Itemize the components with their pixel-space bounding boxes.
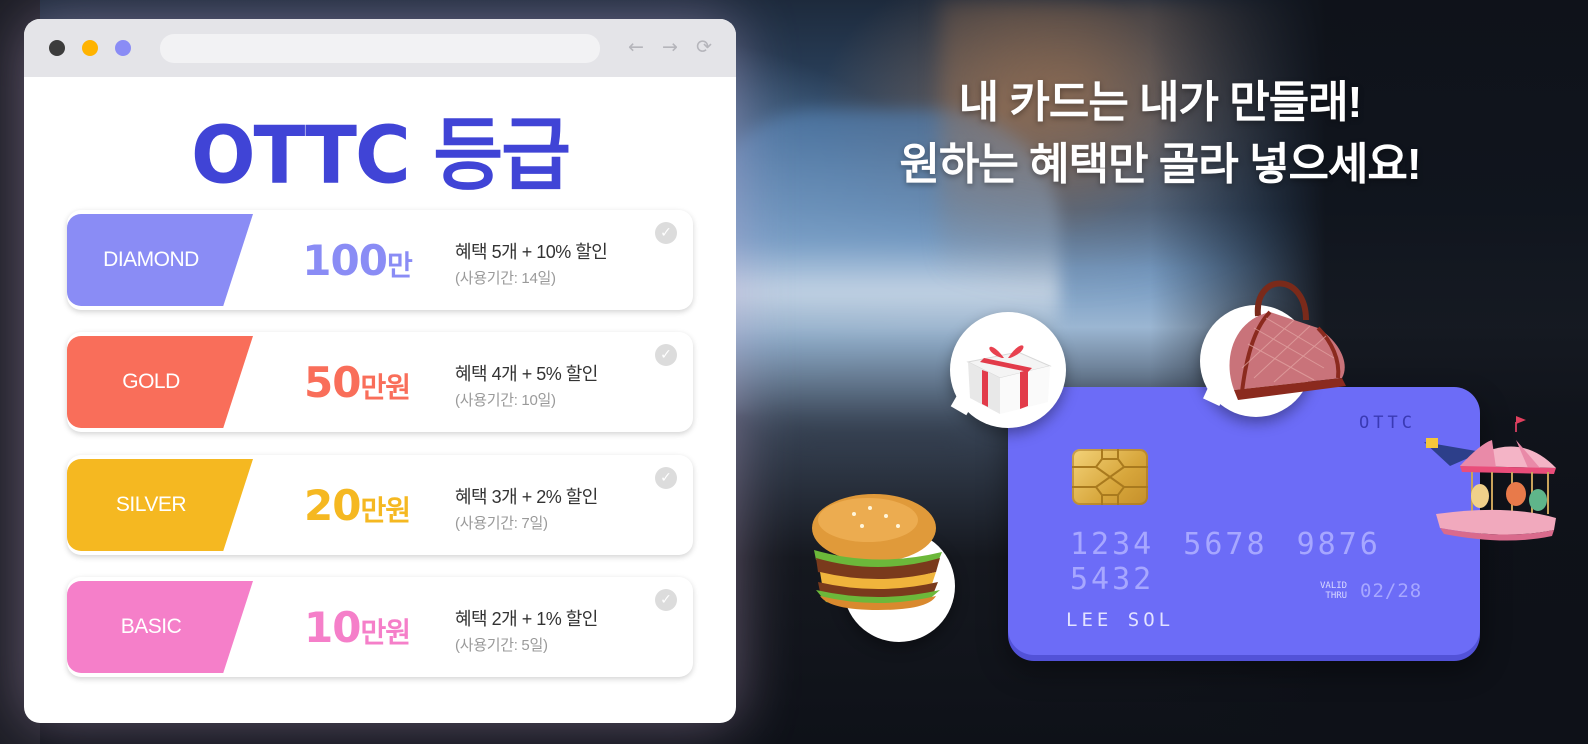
browser-toolbar: ← → ⟳ (24, 19, 736, 77)
tier-gold[interactable]: GOLD 50 만원 혜택 4개 + 5% 할인 (사용기간: 10일) ✓ (67, 332, 693, 432)
tier-silver[interactable]: SILVER 20 만원 혜택 3개 + 2% 할인 (사용기간: 7일) ✓ (67, 455, 693, 555)
check-icon[interactable]: ✓ (655, 344, 677, 366)
window-close-dot[interactable] (49, 40, 65, 56)
tier-period: (사용기간: 5일) (455, 637, 548, 654)
tier-benefit: 혜택 3개 + 2% 할인 (455, 487, 598, 507)
burger-icon (812, 494, 942, 610)
window-minimize-dot[interactable] (82, 40, 98, 56)
valid-thru-label: VALID THRU (1320, 581, 1348, 601)
card-expiry: 02/28 (1360, 580, 1423, 602)
card-brand: OTTC (1359, 413, 1416, 433)
tier-price: 10 만원 (304, 602, 411, 652)
check-icon[interactable]: ✓ (655, 467, 677, 489)
browser-window: ← → ⟳ OTTC 등급 DIAMOND 100 만 혜택 5개 + 10% 할… (24, 19, 736, 723)
check-icon[interactable]: ✓ (655, 589, 677, 611)
tier-name: SILVER (115, 493, 187, 516)
promo-headline: 내 카드는 내가 만들래! 원하는 혜택만 골라 넣으세요! (820, 72, 1500, 196)
credit-card: OTTC 1234 5678 9876 5432 VALID THRU 02/2… (1008, 387, 1480, 655)
check-icon[interactable]: ✓ (655, 222, 677, 244)
tier-period: (사용기간: 10일) (455, 392, 556, 409)
tier-label-tab: GOLD (67, 336, 253, 428)
back-arrow-icon[interactable]: ← (626, 36, 646, 58)
tier-period: (사용기간: 14일) (455, 270, 556, 287)
tier-price: 50 만원 (304, 357, 411, 407)
tier-name: BASIC (120, 615, 182, 638)
tier-benefit: 혜택 2개 + 1% 할인 (455, 609, 598, 629)
window-maximize-dot[interactable] (115, 40, 131, 56)
forward-arrow-icon[interactable]: → (660, 36, 680, 58)
carousel-icon (1424, 416, 1556, 541)
card-holder-name: LEE SOL (1066, 609, 1175, 631)
card-chip-icon (1072, 449, 1148, 505)
address-bar[interactable] (160, 34, 600, 63)
tier-name: DIAMOND (103, 248, 199, 271)
gift-icon (966, 345, 1052, 414)
tier-label-tab: DIAMOND (67, 214, 253, 306)
tier-benefit: 혜택 5개 + 10% 할인 (455, 242, 608, 262)
headline-line-1: 내 카드는 내가 만들래! (958, 78, 1363, 127)
tier-label-tab: SILVER (67, 459, 253, 551)
tier-period: (사용기간: 7일) (455, 515, 548, 532)
tier-price: 20 만원 (304, 480, 411, 530)
tier-price: 100 만 (302, 235, 412, 285)
headline-line-2: 원하는 혜택만 골라 넣으세요! (899, 140, 1421, 189)
tier-name: GOLD (122, 370, 180, 393)
tier-label-tab: BASIC (67, 581, 253, 673)
tier-basic[interactable]: BASIC 10 만원 혜택 2개 + 1% 할인 (사용기간: 5일) ✓ (67, 577, 693, 677)
handbag-icon (1229, 280, 1346, 400)
tier-benefit: 혜택 4개 + 5% 할인 (455, 364, 598, 384)
page-title: OTTC 등급 (190, 108, 571, 202)
reload-icon[interactable]: ⟳ (694, 36, 714, 58)
tier-diamond[interactable]: DIAMOND 100 만 혜택 5개 + 10% 할인 (사용기간: 14일) … (67, 210, 693, 310)
